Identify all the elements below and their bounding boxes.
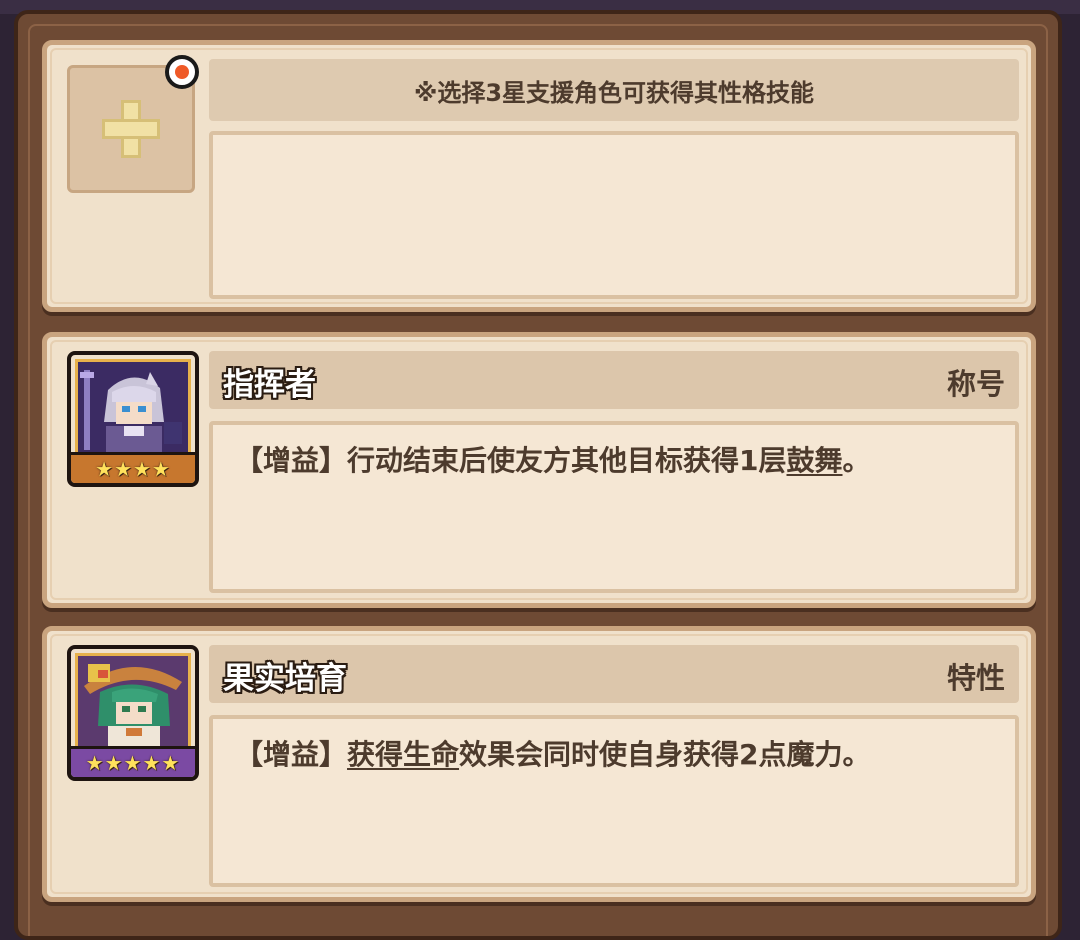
keyword-link[interactable]: 获得生命 (347, 738, 459, 771)
stars-icon: ★★★★★ (85, 751, 181, 775)
support-slot-card: ※选择3星支援角色可获得其性格技能 (42, 40, 1036, 312)
plus-icon (102, 100, 160, 158)
character-art (75, 653, 191, 749)
character-portrait[interactable]: ★★★★ (67, 351, 199, 487)
notification-dot-icon (165, 55, 199, 89)
character-avatar-icon (78, 362, 188, 452)
skill-tag: 特性 (946, 661, 1005, 695)
skill-title-bar: 果实培育 特性 (209, 645, 1019, 703)
desc-suffix: 效果会同时使自身获得2点魔力。 (459, 738, 871, 771)
star-rating: ★★★★★ (71, 746, 195, 777)
desc-prefix: 【增益】行动结束后使友方其他目标获得1层 (235, 444, 787, 477)
keyword-link[interactable]: 鼓舞 (787, 444, 843, 477)
skill-description-box: 【增益】行动结束后使友方其他目标获得1层鼓舞。 (209, 421, 1019, 593)
star-rating: ★★★★ (71, 452, 195, 483)
skill-name: 果实培育 (223, 661, 347, 697)
character-portrait[interactable]: ★★★★★ (67, 645, 199, 781)
character-art (75, 359, 191, 455)
skill-description: 【增益】获得生命效果会同时使自身获得2点魔力。 (235, 733, 871, 773)
skill-card: ★★★★ 指挥者 称号 【增益】行动结束后使友方其他目标获得1层鼓舞。 (42, 332, 1036, 608)
stars-icon: ★★★★ (95, 457, 171, 481)
skill-tag: 称号 (946, 367, 1005, 401)
skill-name: 指挥者 (223, 367, 316, 403)
empty-skill-box (209, 131, 1019, 299)
support-hint: ※选择3星支援角色可获得其性格技能 (209, 59, 1019, 121)
character-avatar-icon (78, 656, 188, 746)
skill-description-box: 【增益】获得生命效果会同时使自身获得2点魔力。 (209, 715, 1019, 887)
desc-suffix: 。 (842, 444, 871, 477)
desc-prefix: 【增益】 (235, 738, 348, 771)
skill-card: ★★★★★ 果实培育 特性 【增益】获得生命效果会同时使自身获得2点魔力。 (42, 626, 1036, 902)
skill-description: 【增益】行动结束后使友方其他目标获得1层鼓舞。 (235, 439, 871, 479)
skill-title-bar: 指挥者 称号 (209, 351, 1019, 409)
